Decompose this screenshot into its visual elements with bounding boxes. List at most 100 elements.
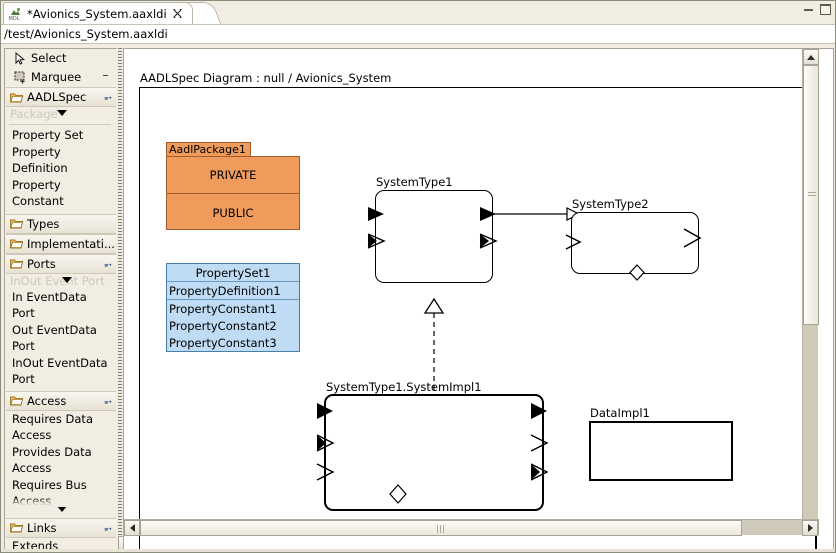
palette-drawer-ports-label: Ports <box>27 256 56 271</box>
palette-drawer-ports-hint: InOut Event Port <box>5 274 117 289</box>
palette-entry-provides-data-access[interactable]: Provides Data Access <box>5 444 113 477</box>
package-name-tab[interactable]: AadlPackage1 <box>166 142 251 157</box>
figure-dataimpl1[interactable] <box>589 421 733 481</box>
property-set-title: PropertySet1 <box>167 264 299 282</box>
status-line <box>1 549 835 552</box>
arrow-up-icon <box>807 54 815 60</box>
package-section-public[interactable]: PUBLIC <box>167 194 299 231</box>
close-icon[interactable] <box>173 9 182 18</box>
horizontal-scroll-thumb[interactable] <box>140 520 742 536</box>
port-data-access-impl[interactable] <box>387 483 409 505</box>
palette-drawer-access-label: Access <box>27 393 67 408</box>
folder-icon <box>10 258 24 269</box>
scroll-up-button[interactable] <box>803 49 819 65</box>
chevron-down-icon[interactable] <box>62 276 72 283</box>
palette-hint-label: InOut Event Port <box>10 273 105 288</box>
pin-icon[interactable]: ➶ <box>99 394 115 412</box>
figure-aadl-package[interactable]: PRIVATE PUBLIC AadlPackage1 <box>166 142 302 232</box>
palette-entry-property-constant[interactable]: Property Constant <box>5 177 113 210</box>
pin-icon[interactable]: ➶ <box>99 521 115 539</box>
label-systemimpl1: SystemType1.SystemImpl1 <box>326 380 482 394</box>
palette-access-more[interactable] <box>5 497 117 518</box>
palette-tool-select[interactable]: Select <box>7 49 115 68</box>
chevron-down-icon[interactable] <box>57 110 67 116</box>
palette-hint-label: Package <box>10 107 58 121</box>
editor-tab[interactable]: MDL *Avionics_System.aaxldi <box>3 2 193 24</box>
figure-systemimpl1[interactable] <box>324 394 544 511</box>
folder-icon <box>10 238 24 249</box>
pin-icon[interactable]: ➶ <box>99 90 115 108</box>
figure-systemtype1[interactable] <box>375 190 493 283</box>
editor-body: Select Marquee AADLSpec ➶ Package Proper… <box>1 45 835 552</box>
folder-icon <box>10 218 24 229</box>
folder-icon <box>10 92 24 103</box>
port-in-event-2[interactable] <box>565 233 587 251</box>
property-constant-row[interactable]: PropertyConstant3 <box>167 334 299 351</box>
palette-drawer-aadlspec-label: AADLSpec <box>27 90 87 104</box>
property-constant-row[interactable]: PropertyConstant1 <box>167 300 299 317</box>
eclipse-editor-window: MDL *Avionics_System.aaxldi /test/Avioni… <box>0 0 836 553</box>
palette-entry-requires-data-access[interactable]: Requires Data Access <box>5 411 113 444</box>
maximize-icon[interactable] <box>820 4 831 15</box>
scroll-grip <box>437 525 445 533</box>
port-in-event-1[interactable] <box>367 233 389 249</box>
canvas-horizontal-scrollbar[interactable] <box>124 519 818 536</box>
window-controls <box>804 4 831 15</box>
fade-overlay <box>5 497 117 507</box>
package-body: PRIVATE PUBLIC <box>166 156 300 230</box>
port-requires-access-impl[interactable] <box>316 463 338 481</box>
resource-path-bar: /test/Avionics_System.aaxldi <box>1 25 835 44</box>
port-out-event-2[interactable] <box>682 227 706 249</box>
package-section-private[interactable]: PRIVATE <box>167 157 299 194</box>
label-systemtype2: SystemType2 <box>572 197 649 211</box>
palette-drawer-links[interactable]: Links ➶ <box>6 517 116 539</box>
port-out-eventdata-impl[interactable] <box>530 402 552 420</box>
canvas-vertical-scrollbar[interactable] <box>802 49 819 535</box>
palette-drawer-types[interactable]: Types <box>6 213 116 234</box>
palette-entry-property-set[interactable]: Property Set <box>5 127 113 144</box>
palette-entry-inout-eventdata-port[interactable]: InOut EventData Port <box>5 355 113 388</box>
property-constant-row[interactable]: PropertyConstant2 <box>167 317 299 334</box>
port-provides-access-impl[interactable] <box>530 434 552 452</box>
palette-drawer-access[interactable]: Access ➶ <box>6 390 116 412</box>
port-in-event-impl[interactable] <box>316 434 338 452</box>
minimize-icon[interactable] <box>804 8 813 11</box>
palette-drawer-aadlspec[interactable]: AADLSpec ➶ <box>6 87 116 107</box>
editor-tab-title: *Avionics_System.aaxldi <box>27 6 167 21</box>
cursor-icon <box>14 51 27 65</box>
port-data-access-2[interactable] <box>627 263 647 283</box>
palette-tool-marquee[interactable]: Marquee <box>7 68 115 87</box>
port-in-eventdata-impl[interactable] <box>316 402 338 420</box>
svg-text:MDL: MDL <box>9 16 20 22</box>
palette-sash[interactable] <box>118 48 122 551</box>
palette-entry-property-definition[interactable]: Property Definition <box>5 144 113 177</box>
marquee-icon <box>14 71 27 84</box>
diagram-palette: Select Marquee AADLSpec ➶ Package Proper… <box>4 48 117 551</box>
editor-tab-bar: MDL *Avionics_System.aaxldi <box>1 1 835 25</box>
port-in-eventdata-1[interactable] <box>367 206 389 222</box>
property-definition-row[interactable]: PropertyDefinition1 <box>167 282 299 300</box>
scroll-right-button[interactable] <box>802 520 818 536</box>
palette-divider <box>9 124 111 125</box>
palette-tool-marquee-label: Marquee <box>31 70 82 84</box>
palette-tool-select-label: Select <box>31 51 67 65</box>
palette-drawer-ports[interactable]: Ports ➶ <box>6 253 116 275</box>
pin-icon[interactable]: ➶ <box>99 257 115 275</box>
palette-entry-in-eventdata-port[interactable]: In EventData Port <box>5 289 113 322</box>
diagram-canvas-container: AADLSpec Diagram : null / Avionics_Syste… <box>123 48 834 551</box>
scroll-left-button[interactable] <box>124 520 140 536</box>
arrow-left-icon <box>129 524 135 532</box>
figure-property-set[interactable]: PropertySet1 PropertyDefinition1 Propert… <box>166 263 300 352</box>
port-out-event-impl[interactable] <box>530 463 552 481</box>
palette-drawer-implementations[interactable]: Implementati... <box>6 233 116 254</box>
marquee-more-icon[interactable] <box>103 75 108 76</box>
folder-icon <box>10 395 24 406</box>
scroll-grip <box>808 192 816 198</box>
label-systemtype1: SystemType1 <box>376 175 453 189</box>
palette-entry-out-eventdata-port[interactable]: Out EventData Port <box>5 322 113 355</box>
vertical-scroll-thumb[interactable] <box>803 65 819 325</box>
resource-path: /test/Avionics_System.aaxldi <box>4 27 168 41</box>
port-out-event-1[interactable] <box>479 233 501 249</box>
model-file-icon: MDL <box>8 6 23 22</box>
diagram-canvas[interactable]: AADLSpec Diagram : null / Avionics_Syste… <box>124 49 819 550</box>
